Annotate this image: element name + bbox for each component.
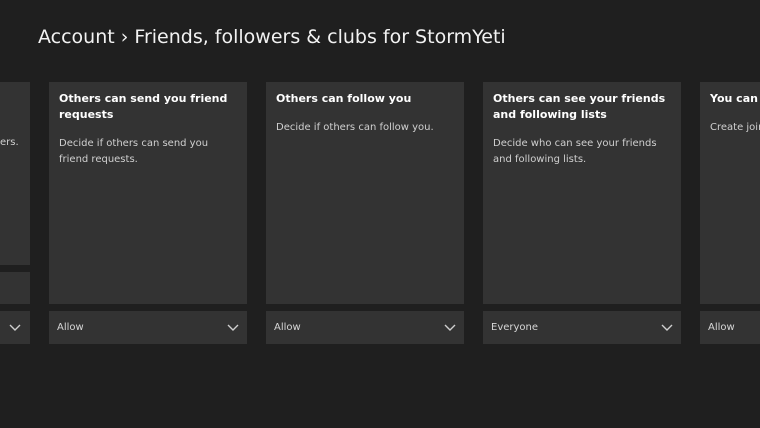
card-title: Others can follow you [276,92,412,105]
card-title: You can create, join, or leave clubs [710,92,760,105]
card-description: Decide if others can send you friend req… [59,138,209,165]
dropdown-value: Everyone [491,322,539,333]
dropdown-value: Allow [57,322,84,333]
setting-card-clubs[interactable]: You can create, join, or leave clubs Cre… [700,82,760,304]
setting-card-friend-requests[interactable]: Others can send you friend requests Deci… [49,82,247,304]
dropdown-value: Allow [274,322,301,333]
chevron-down-icon [9,324,21,331]
follow-dropdown[interactable]: Allow [266,311,464,344]
partial-dropdown-left[interactable] [0,311,30,344]
friends-lists-dropdown[interactable]: Everyone [483,311,681,344]
card-description: Create join, or leave clubs. [710,122,760,133]
setting-card-follow[interactable]: Others can follow you Decide if others c… [266,82,464,304]
partial-setting-button-left[interactable] [0,272,30,304]
card-title: Others can send you friend requests [59,92,228,121]
partial-card-description: ers. [0,137,19,148]
card-description: Decide if others can follow you. [276,122,434,133]
card-description: Decide who can see your friends and foll… [493,138,657,165]
page-title: Account › Friends, followers & clubs for… [38,26,506,48]
card-title: Others can see your friends and followin… [493,92,666,121]
chevron-down-icon [227,324,239,331]
chevron-down-icon [661,324,673,331]
setting-card-friends-lists[interactable]: Others can see your friends and followin… [483,82,681,304]
privacy-settings-screen: Account › Friends, followers & clubs for… [0,0,760,428]
partial-setting-card-left[interactable]: ers. [0,82,30,265]
clubs-dropdown[interactable]: Allow [700,311,760,344]
chevron-down-icon [444,324,456,331]
friend-requests-dropdown[interactable]: Allow [49,311,247,344]
dropdown-value: Allow [708,322,735,333]
